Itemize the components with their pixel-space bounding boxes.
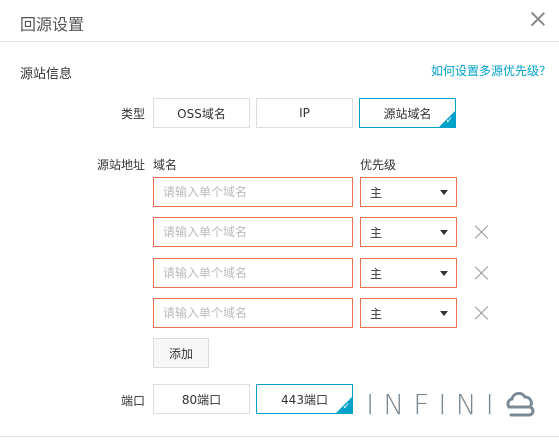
dialog-title: 回源设置 [20, 15, 85, 34]
watermark-logo: INFINI [366, 384, 537, 424]
type-option-origin-domain[interactable]: 源站域名 ✓ [359, 98, 456, 128]
remove-row-icon[interactable] [474, 265, 490, 281]
priority-select[interactable]: 主 [360, 298, 457, 328]
remove-row-icon[interactable] [474, 224, 490, 240]
priority-value: 主 [370, 266, 383, 281]
dialog-header: 回源设置 [0, 0, 559, 42]
add-origin-button-label: 添加 [168, 346, 193, 361]
check-icon: ✓ [445, 116, 453, 126]
port-label: 端口 [121, 394, 146, 408]
port-option-443[interactable]: 443端口 ✓ [256, 384, 353, 414]
help-link[interactable]: 如何设置多源优先级？ [431, 62, 551, 79]
domain-input[interactable] [153, 217, 353, 247]
domain-input[interactable] [153, 258, 353, 288]
caret-down-icon [440, 271, 448, 276]
port-option-80[interactable]: 80端口 [153, 384, 250, 414]
type-option-ip-label: IP [299, 106, 310, 120]
priority-select[interactable]: 主 [360, 177, 457, 207]
cloud-logo-icon [506, 391, 535, 417]
origin-settings-dialog: 回源设置 源站信息 如何设置多源优先级？ 类型 OSS域名 IP 源站域名 ✓ … [0, 0, 559, 440]
priority-select[interactable]: 主 [360, 258, 457, 288]
domain-column-header: 域名 [153, 158, 178, 172]
watermark-text: INFINI [366, 387, 503, 421]
type-label: 类型 [121, 107, 146, 121]
type-option-oss[interactable]: OSS域名 [153, 98, 250, 128]
close-icon[interactable] [527, 8, 549, 30]
type-option-oss-label: OSS域名 [177, 106, 226, 121]
port-option-80-label: 80端口 [181, 392, 222, 407]
caret-down-icon [440, 190, 448, 195]
port-option-443-label: 443端口 [281, 392, 328, 407]
section-title: 源站信息 [20, 67, 73, 82]
footer-divider [0, 436, 559, 437]
priority-value: 主 [370, 185, 383, 200]
check-icon: ✓ [342, 402, 350, 412]
type-option-origin-domain-label: 源站域名 [383, 106, 432, 121]
caret-down-icon [440, 311, 448, 316]
priority-value: 主 [370, 306, 383, 321]
remove-row-icon[interactable] [474, 305, 490, 321]
domain-input[interactable] [153, 298, 353, 328]
origin-address-label: 源站地址 [97, 158, 146, 172]
domain-input[interactable] [153, 177, 353, 207]
priority-value: 主 [370, 225, 383, 240]
type-option-ip[interactable]: IP [256, 98, 353, 128]
add-origin-button[interactable]: 添加 [153, 338, 209, 368]
priority-column-header: 优先级 [360, 158, 397, 172]
caret-down-icon [440, 230, 448, 235]
priority-select[interactable]: 主 [360, 217, 457, 247]
